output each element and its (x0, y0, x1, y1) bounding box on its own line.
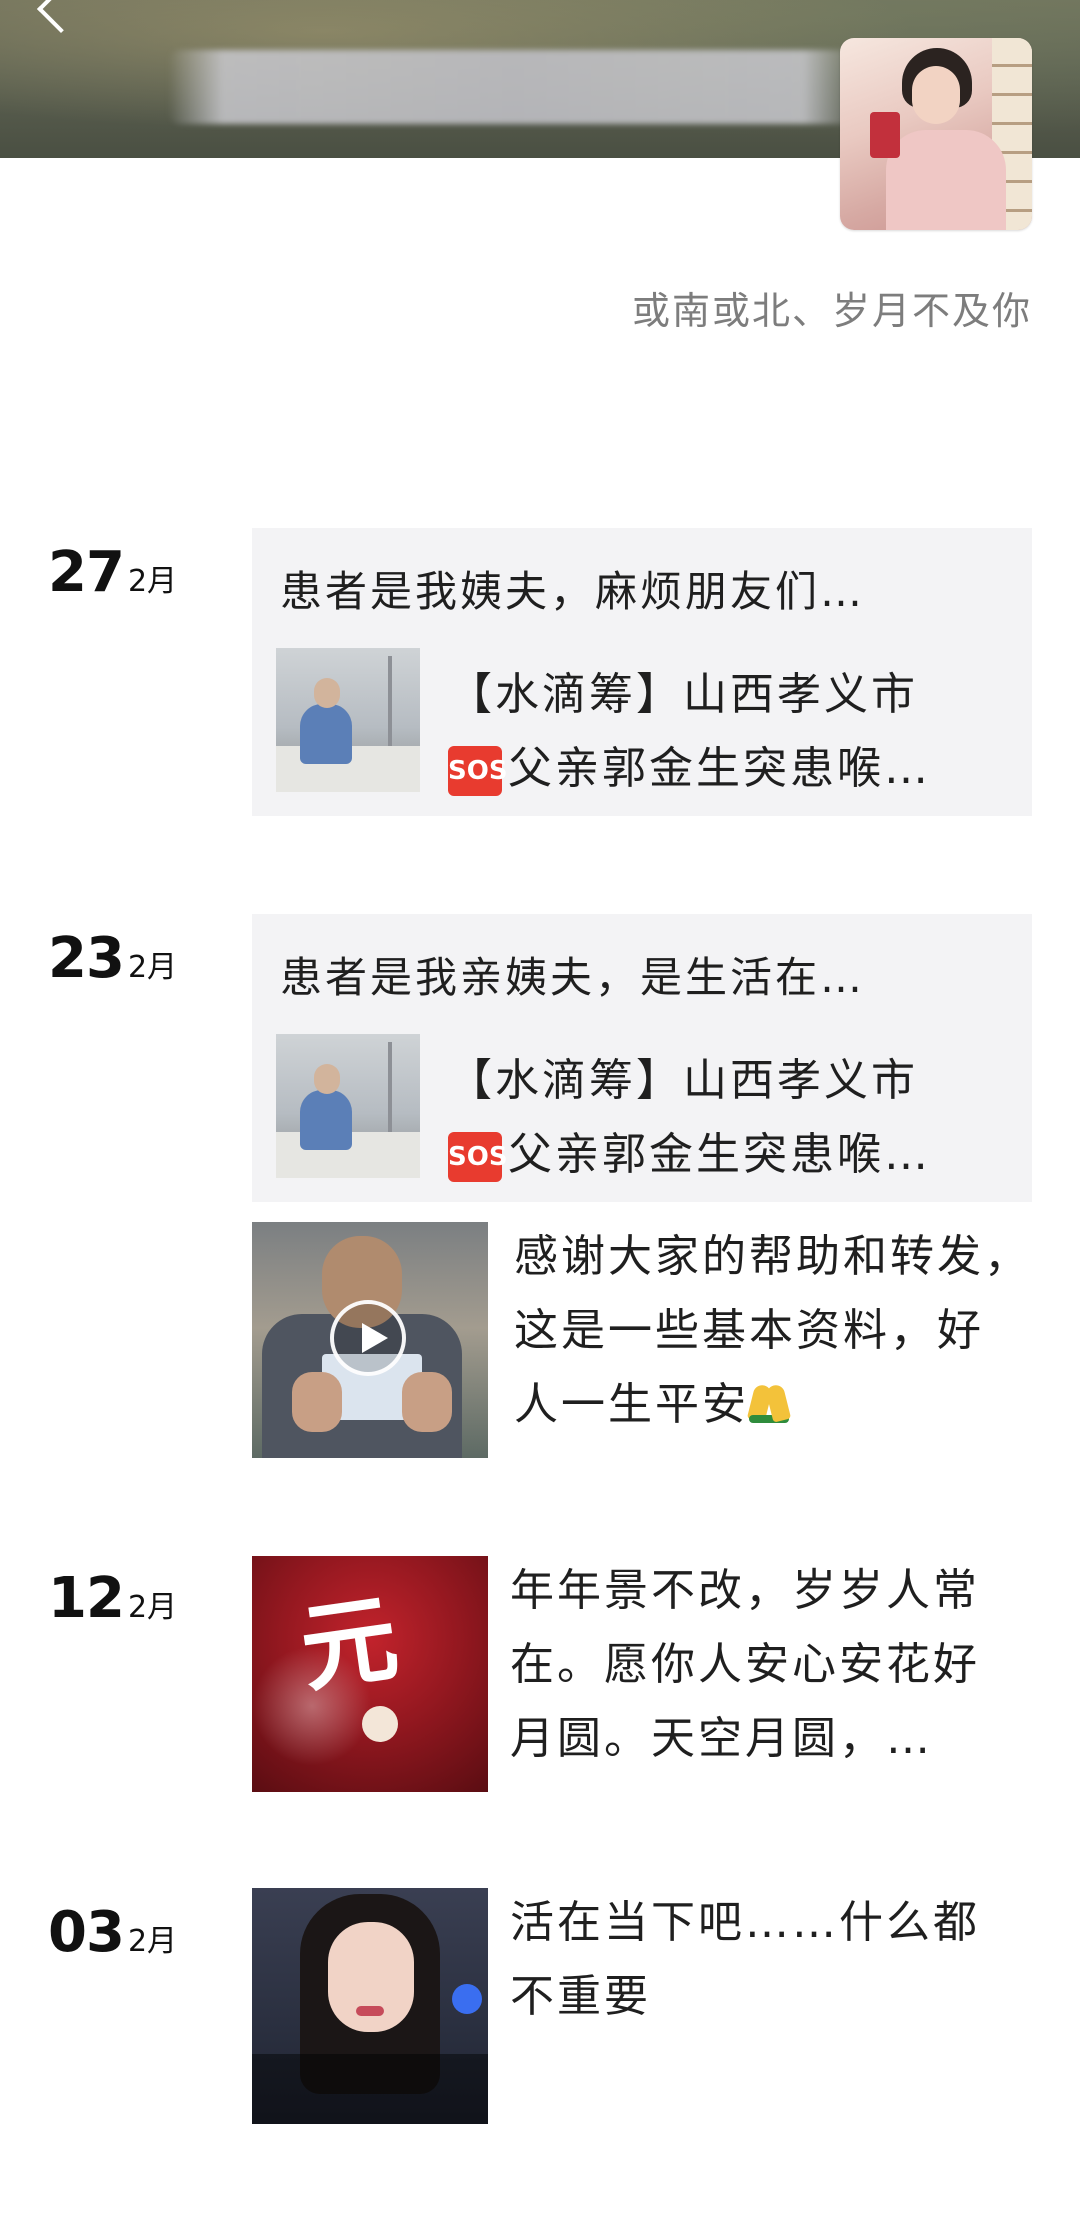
post-text-line: 月圆。天空月圆，… (510, 1713, 933, 1764)
post-date-month: 2月 (127, 950, 178, 985)
shared-link-thumbnail (276, 648, 420, 792)
shared-link-title-line2: SOS父亲郭金生突患喉… (448, 1118, 931, 1182)
hand-right (402, 1372, 452, 1432)
post-text-line: 活在当下吧……什么都 (510, 1897, 980, 1948)
app-badge-icon (452, 1984, 482, 2014)
sos-icon: SOS (448, 746, 508, 796)
post-date: 27 2月 (48, 540, 177, 605)
post-text: 活在当下吧……什么都 不重要 (510, 1886, 1050, 2034)
post-text-line: 感谢大家的帮助和转发， (514, 1231, 1031, 1282)
post-date: 03 2月 (48, 1900, 177, 1965)
post-caption: 患者是我姨夫，麻烦朋友们… (280, 567, 866, 616)
patient-head (314, 678, 340, 708)
avatar-face (912, 66, 960, 124)
patient-head (314, 1064, 340, 1094)
post-date-month: 2月 (127, 1924, 178, 1959)
post-text-line3: 人一生平安 (514, 1379, 749, 1430)
image-thumbnail[interactable]: 元 (252, 1556, 488, 1792)
hand-left (292, 1372, 342, 1432)
post-text-line: 这是一些基本资料，好 (514, 1305, 984, 1356)
post-text-line: 不重要 (510, 1971, 651, 2022)
blurred-username (168, 50, 858, 124)
shared-link-card[interactable]: 患者是我姨夫，麻烦朋友们… 【水滴筹】山西孝义市 SOS父亲郭金生突患喉… (252, 528, 1032, 816)
post-date-month: 2月 (127, 1590, 178, 1625)
shared-link-thumbnail (276, 1034, 420, 1178)
avatar-cup (870, 112, 900, 158)
post-date-day: 27 (48, 540, 125, 605)
play-icon[interactable] (330, 1300, 406, 1376)
post-text-line: 年年景不改，岁岁人常 (510, 1565, 980, 1616)
avatar[interactable] (840, 38, 1032, 230)
shared-link-title-line1: 【水滴筹】山西孝义市 (448, 669, 918, 720)
post-date: 23 2月 (48, 926, 177, 991)
overlay-caption-bar (252, 2054, 488, 2124)
folded-hands-emoji-icon (749, 1381, 789, 1423)
post-text-line: 人一生平安 (514, 1368, 1064, 1442)
shared-link-title-line1: 【水滴筹】山西孝义市 (448, 1055, 918, 1106)
post-text: 年年景不改，岁岁人常 在。愿你人安心安花好 月圆。天空月圆，… (510, 1554, 1050, 1776)
patient-figure (300, 704, 352, 764)
shared-link-title-text: 父亲郭金生突患喉… (508, 1129, 931, 1180)
video-thumbnail[interactable] (252, 1222, 488, 1458)
post-text-line: 在。愿你人安心安花好 (510, 1639, 980, 1690)
post-date-day: 12 (48, 1566, 125, 1631)
patient-figure (300, 1090, 352, 1150)
shared-link-card[interactable]: 患者是我亲姨夫，是生活在… 【水滴筹】山西孝义市 SOS父亲郭金生突患喉… (252, 914, 1032, 1202)
post-date-day: 23 (48, 926, 125, 991)
shared-link-title-line2: SOS父亲郭金生突患喉… (448, 732, 931, 796)
avatar-clothing (886, 130, 1006, 230)
post-caption: 患者是我亲姨夫，是生活在… (280, 953, 866, 1002)
calligraphy-image: 元 (293, 1580, 405, 1707)
profile-signature: 或南或北、岁月不及你 (631, 289, 1032, 333)
post-text: 感谢大家的帮助和转发， 这是一些基本资料，好 人一生平安 (514, 1220, 1064, 1442)
woman-lips (356, 2006, 384, 2016)
post-date: 12 2月 (48, 1566, 177, 1631)
video-thumbnail[interactable] (252, 1888, 488, 2124)
sos-icon: SOS (448, 1132, 508, 1182)
shared-link-title-text: 父亲郭金生突患喉… (508, 743, 931, 794)
post-date-month: 2月 (127, 564, 178, 599)
moon-decoration (362, 1706, 398, 1742)
post-date-day: 03 (48, 1900, 125, 1965)
